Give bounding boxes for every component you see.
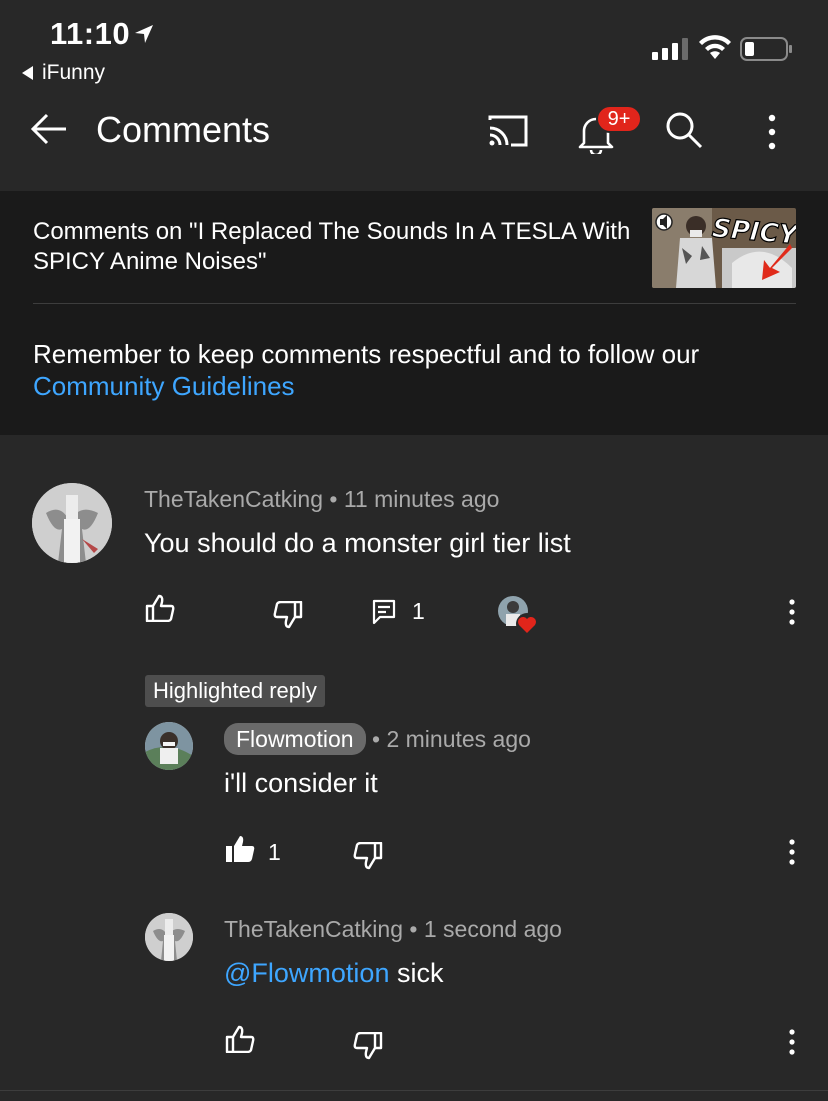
back-triangle-icon	[22, 66, 33, 80]
back-arrow-icon[interactable]	[30, 110, 68, 148]
dislike-icon[interactable]	[353, 842, 383, 870]
reply1-like-count: 1	[268, 839, 281, 865]
notification-badge: 9+	[596, 105, 642, 133]
reply1-meta: Flowmotion • 2 minutes ago	[224, 723, 531, 755]
reply2-more-icon[interactable]	[787, 1028, 797, 1056]
reply2-text: @Flowmotion sick	[224, 958, 443, 989]
card-divider	[33, 303, 796, 304]
reply2-time: 1 second ago	[423, 916, 562, 942]
reply1-text: i'll consider it	[224, 768, 378, 798]
reply-count: 1	[412, 598, 425, 624]
reply-avatar-flowmotion[interactable]	[145, 722, 193, 770]
guidelines-notice: Remember to keep comments respectful and…	[33, 338, 793, 402]
comment-author[interactable]: TheTakenCatking	[144, 486, 323, 512]
mention-link[interactable]: @Flowmotion	[224, 958, 389, 988]
highlighted-reply-label: Highlighted reply	[145, 675, 325, 707]
comment-meta: TheTakenCatking • 11 minutes ago	[144, 486, 499, 513]
video-thumbnail[interactable]: SPICY	[652, 208, 796, 288]
meta-separator: •	[372, 726, 381, 752]
battery-icon	[740, 37, 792, 61]
cellular-signal-icon	[652, 38, 688, 60]
reply1-author-chip[interactable]: Flowmotion	[224, 723, 366, 755]
reply2-author[interactable]: TheTakenCatking	[224, 916, 403, 942]
reply2-body: sick	[389, 958, 444, 988]
bottom-divider	[0, 1090, 828, 1091]
creator-heart-icon	[498, 596, 538, 635]
comment-time: 11 minutes ago	[343, 486, 500, 512]
back-to-app-link[interactable]: iFunny	[22, 61, 105, 85]
back-app-label: iFunny	[42, 61, 106, 84]
dislike-icon[interactable]	[273, 601, 303, 629]
comment-more-icon[interactable]	[787, 598, 797, 626]
like-icon[interactable]	[145, 594, 175, 622]
commenter-avatar[interactable]	[32, 483, 112, 563]
reply-icon[interactable]	[372, 599, 396, 625]
liked-icon[interactable]	[225, 836, 255, 862]
location-arrow-icon	[135, 25, 153, 43]
cast-icon[interactable]	[487, 114, 529, 148]
like-icon[interactable]	[225, 1025, 255, 1053]
reply-avatar-thetakencatking[interactable]	[145, 913, 193, 961]
reply1-more-icon[interactable]	[787, 838, 797, 866]
wifi-icon	[699, 35, 731, 59]
reply2-meta: TheTakenCatking • 1 second ago	[224, 916, 562, 943]
page-title: Comments	[96, 109, 271, 150]
guidelines-text: Remember to keep comments respectful and…	[33, 339, 700, 369]
meta-separator: •	[329, 486, 338, 512]
app-bar: Comments 9+	[0, 92, 828, 184]
search-icon[interactable]	[664, 110, 704, 150]
video-title[interactable]: Comments on "I Replaced The Sounds In A …	[33, 217, 633, 277]
status-bar: 11:10 iFunny	[0, 0, 828, 92]
comment-text: You should do a monster girl tier list	[144, 528, 571, 558]
more-options-icon[interactable]	[760, 112, 784, 152]
reply1-time: 2 minutes ago	[386, 726, 531, 752]
community-guidelines-link[interactable]: Community Guidelines	[33, 371, 295, 401]
meta-separator: •	[409, 916, 418, 942]
video-info-card: Comments on "I Replaced The Sounds In A …	[0, 191, 828, 435]
dislike-icon[interactable]	[353, 1032, 383, 1060]
status-time: 11:10	[50, 16, 131, 51]
